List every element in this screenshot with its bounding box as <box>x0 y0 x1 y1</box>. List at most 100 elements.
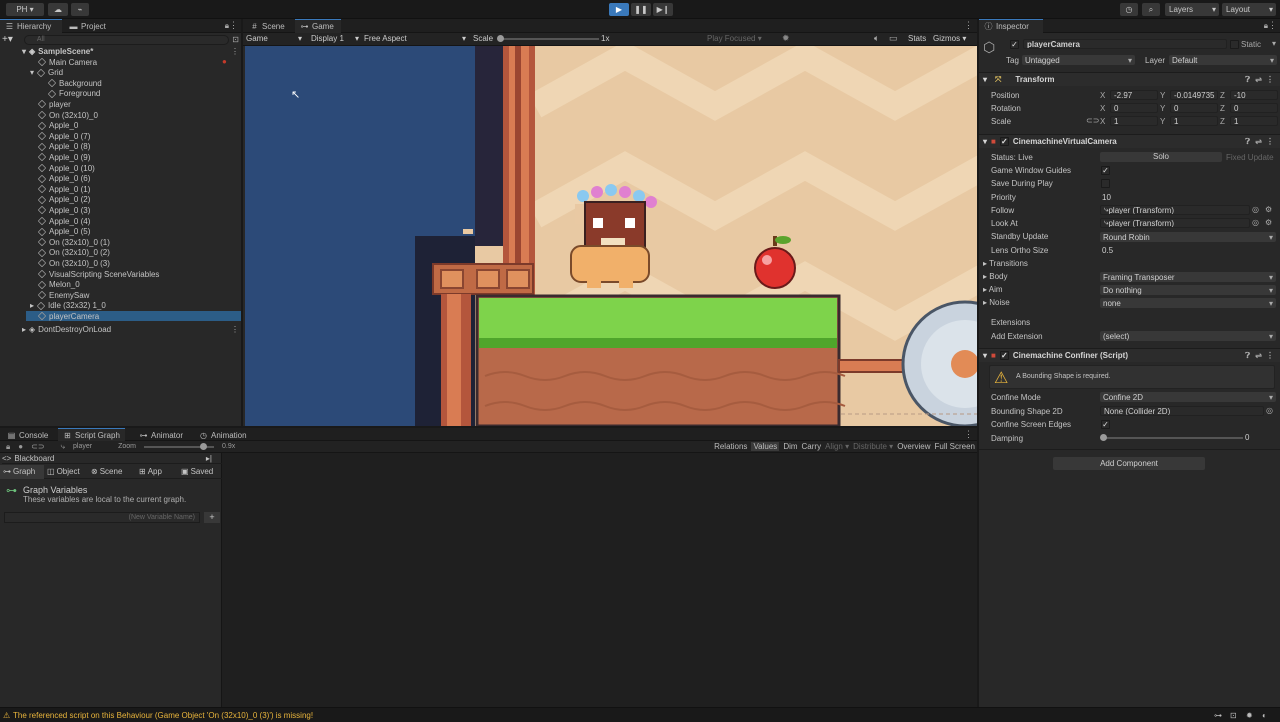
damping-value[interactable]: 0 <box>1245 433 1249 442</box>
axis-y-label[interactable]: Y <box>1160 91 1165 100</box>
layers-dropdown[interactable]: Layers ▾ <box>1165 3 1219 16</box>
scale-x-field[interactable]: 1 <box>1110 116 1158 126</box>
display-dropdown[interactable]: Display 1 ▾ <box>311 34 359 45</box>
vcam-enabled-checkbox[interactable]: ✓ <box>999 137 1009 146</box>
hierarchy-item[interactable]: Apple_0 (6) <box>37 174 90 184</box>
component-more-icon[interactable]: ⋮ <box>1266 351 1274 360</box>
collapse-arrow-icon[interactable]: ▸ <box>30 301 34 310</box>
bb-tab-app[interactable]: ⊞ App <box>136 465 178 479</box>
rotation-y-field[interactable]: 0 <box>1170 103 1218 113</box>
scale-z-field[interactable]: 1 <box>1230 116 1278 126</box>
rotation-z-field[interactable]: 0 <box>1230 103 1278 113</box>
bug-icon[interactable]: ✹ <box>782 33 790 44</box>
more-icon[interactable]: ⋮ <box>964 20 973 31</box>
carry-toggle[interactable]: Carry <box>802 442 822 451</box>
bounding-shape-field[interactable]: None (Collider 2D) <box>1100 406 1264 416</box>
axis-z-label[interactable]: Z <box>1220 91 1225 100</box>
distribute-dropdown[interactable]: Distribute ▾ <box>853 442 893 451</box>
tab-console[interactable]: ▤ Console <box>2 428 53 442</box>
axis-y-label[interactable]: Y <box>1160 117 1165 126</box>
pause-button[interactable]: ❚❚ <box>631 3 651 16</box>
noise-dropdown[interactable]: none <box>1100 298 1276 308</box>
scene-root[interactable]: ▾ ◈ SampleScene* <box>22 46 93 56</box>
record-icon[interactable]: ● <box>18 442 23 451</box>
tag-dropdown[interactable]: Untagged <box>1022 55 1135 65</box>
axis-x-label[interactable]: X <box>1100 104 1105 113</box>
layout-dropdown[interactable]: Layout ▾ <box>1222 3 1276 16</box>
add-icon[interactable]: +▾ <box>2 34 13 45</box>
help-icon[interactable]: ❓︎ <box>1245 75 1250 85</box>
static-dropdown-icon[interactable]: ▾ <box>1272 39 1276 48</box>
ortho-size-value[interactable]: 0.5 <box>1102 246 1113 255</box>
add-variable-button[interactable]: + <box>204 512 220 523</box>
hierarchy-item[interactable]: Apple_0 (3) <box>37 205 90 215</box>
add-extension-dropdown[interactable]: (select) <box>1100 331 1276 341</box>
position-z-field[interactable]: -10 <box>1230 90 1278 100</box>
hierarchy-item[interactable]: Apple_0 (4) <box>37 216 90 226</box>
hierarchy-item[interactable]: ▾ Grid <box>30 68 63 78</box>
history-icon[interactable]: ◷ <box>1120 3 1138 16</box>
hierarchy-item[interactable]: player <box>37 99 71 109</box>
body-dropdown[interactable]: Framing Transposer <box>1100 272 1276 282</box>
follow-field[interactable]: ⤷ player (Transform) <box>1100 205 1250 215</box>
help-icon[interactable]: ❓︎ <box>1245 137 1250 147</box>
more-icon[interactable]: ⋮ <box>229 20 238 31</box>
look-at-field[interactable]: ⤷ player (Transform) <box>1100 218 1250 228</box>
relations-toggle[interactable]: Relations <box>714 442 747 451</box>
scale-slider-handle[interactable] <box>497 35 504 42</box>
tab-script-graph[interactable]: ⊞ Script Graph <box>58 428 125 442</box>
tab-inspector[interactable]: ⓘ Inspector <box>979 19 1043 33</box>
tab-scene[interactable]: # Scene <box>245 19 293 33</box>
aspect-dropdown[interactable]: Free Aspect ▾ <box>364 34 466 45</box>
gameobject-name-field[interactable]: playerCamera <box>1023 39 1227 49</box>
game-viewport[interactable]: ↖ <box>245 46 977 426</box>
axis-x-label[interactable]: X <box>1100 117 1105 126</box>
follow-target-icon[interactable]: ◎ <box>1252 205 1259 214</box>
presets-icon[interactable]: ⇌ <box>1255 137 1262 146</box>
lock-icon[interactable]: 🔒︎ <box>6 442 10 452</box>
expand-arrow-icon[interactable]: ▾ <box>30 68 34 77</box>
help-icon[interactable]: ❓︎ <box>1245 351 1250 361</box>
play-button[interactable]: ▶ <box>609 3 629 16</box>
step-button[interactable]: ▶❙ <box>653 3 673 16</box>
hierarchy-item[interactable]: EnemySaw <box>37 290 89 300</box>
align-dropdown[interactable]: Align ▾ <box>825 442 849 451</box>
component-more-icon[interactable]: ⋮ <box>1266 137 1274 146</box>
more-icon[interactable]: ⋮ <box>1268 20 1277 31</box>
hierarchy-item[interactable]: Apple_0 (8) <box>37 142 90 152</box>
axis-x-label[interactable]: X <box>1100 91 1105 100</box>
axis-z-label[interactable]: Z <box>1220 104 1225 113</box>
vcam-foldout[interactable]: ▸ Noise <box>983 298 1010 307</box>
bb-tab-object[interactable]: ◫ Object <box>44 465 88 479</box>
standby-update-dropdown[interactable]: Round Robin <box>1100 232 1276 242</box>
layer-dropdown[interactable]: Default <box>1169 55 1277 65</box>
game-window-guides-checkbox[interactable]: ✓ <box>1101 166 1110 175</box>
stats-button[interactable]: Stats <box>908 34 926 43</box>
zoom-slider[interactable] <box>143 442 214 450</box>
axis-y-label[interactable]: Y <box>1160 104 1165 113</box>
damping-slider[interactable] <box>1100 434 1243 441</box>
priority-value[interactable]: 10 <box>1102 193 1111 202</box>
tab-project[interactable]: ▬ Project <box>64 19 120 33</box>
vcam-header[interactable]: ▾ ■ ✓ CinemachineVirtualCamera ❓︎ ⇌ ⋮ <box>979 134 1280 148</box>
scale-y-field[interactable]: 1 <box>1170 116 1218 126</box>
damping-slider-handle[interactable] <box>1100 434 1107 441</box>
collapse-blackboard-icon[interactable]: ▸| <box>206 454 212 463</box>
hierarchy-item[interactable]: playerCamera <box>26 311 241 322</box>
presets-icon[interactable]: ⇌ <box>1255 351 1262 360</box>
vcam-foldout[interactable]: ▸ Transitions <box>983 259 1028 268</box>
play-focused-dropdown[interactable]: Play Focused ▾ <box>707 34 762 43</box>
bb-tab-graph[interactable]: ⊶ Graph <box>0 464 44 479</box>
hierarchy-item[interactable]: Apple_0 (10) <box>37 163 95 173</box>
aim-dropdown[interactable]: Do nothing <box>1100 285 1276 295</box>
search-icon[interactable]: ⌕ <box>1142 3 1160 16</box>
add-component-button[interactable]: Add Component <box>1053 457 1205 470</box>
hierarchy-item[interactable]: Background <box>47 78 102 88</box>
hierarchy-item[interactable]: VisualScripting SceneVariables <box>37 269 159 279</box>
look-at-target-icon[interactable]: ◎ <box>1252 218 1259 227</box>
position-x-field[interactable]: -2.97 <box>1110 90 1158 100</box>
display-settings-icon[interactable]: ▭ <box>889 33 898 44</box>
solo-button[interactable]: Solo <box>1100 152 1222 162</box>
new-variable-name-input[interactable]: (New Variable Name) <box>4 512 200 523</box>
transform-header[interactable]: ▾ ⤧ Transform ❓︎ ⇌ ⋮ <box>979 72 1280 86</box>
